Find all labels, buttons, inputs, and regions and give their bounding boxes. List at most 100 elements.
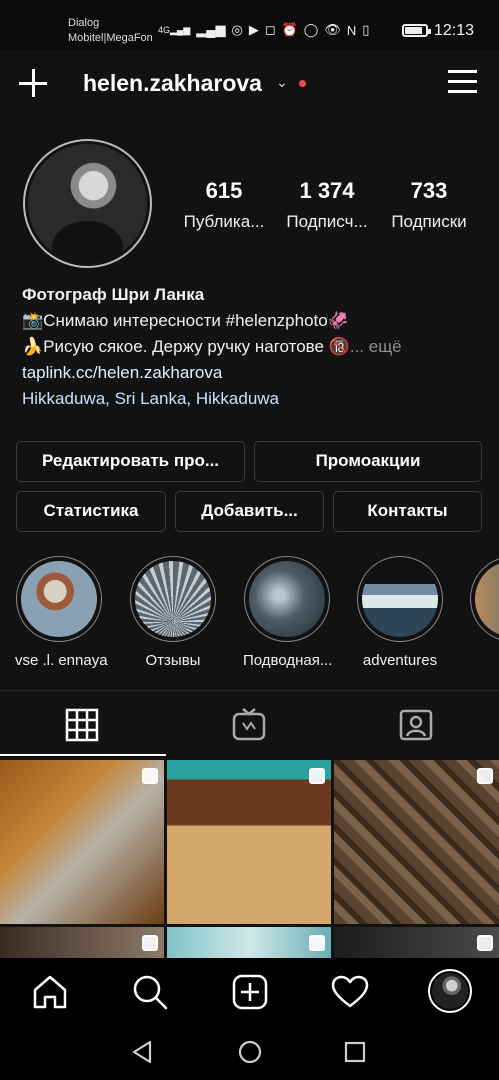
grid-post[interactable] [334,927,499,958]
multi-photo-icon [309,935,325,951]
notification-dot [299,80,306,87]
stat-following[interactable]: 733 Подписки [384,178,474,232]
hotspot-icon: ◎ [231,22,243,37]
alarm-icon: ⏰ [281,22,298,37]
posts-label: Публика... [183,212,265,231]
add-button[interactable]: Добавить... [175,491,324,532]
add-post-icon [232,974,268,1010]
stat-followers[interactable]: 1 374 Подписч... [280,178,374,232]
highlight-ring [130,556,216,642]
signal-tag: 4G [158,24,171,35]
grid-post[interactable] [0,760,164,924]
bio-line-2-row: 🍌Рисую сякое. Держу ручку наготове 🔞... … [22,334,492,360]
avatar-photo [28,144,147,263]
highlight-cover [135,561,211,637]
highlight-ring [470,556,499,642]
nav-search[interactable] [130,972,170,1012]
bio-more-link[interactable]: ... ещё [350,337,402,356]
grid-post[interactable] [167,927,331,958]
highlight-label: adventures [362,652,438,669]
recents-icon[interactable] [342,1039,368,1065]
bio-line-1: 📸Снимаю интересности #helenzphoto🦑 [22,311,349,330]
stat-posts[interactable]: 615 Публика... [178,178,270,232]
highlight-v[interactable]: v [470,556,499,669]
vibrate-icon: ▯ [362,22,370,37]
highlight-otzyvy[interactable]: Отзывы [129,556,217,669]
profile-avatar-icon [432,973,468,1009]
multi-photo-icon [477,768,493,784]
back-icon[interactable] [130,1039,156,1065]
signal-icon: 4G▂▄▆ [158,24,191,35]
promotions-button[interactable]: Промоакции [254,441,482,482]
status-icons: 4G▂▄▆ ▂▄▆ ◎ ▶ ◻ ⏰ ◯ 👁 N ▯ [158,22,369,38]
chevron-down-icon[interactable]: ⌄ [276,74,288,91]
heart-icon [331,975,369,1008]
tab-grid[interactable] [0,691,166,759]
play-icon: ▶ [248,22,259,37]
home-icon [33,975,67,1009]
nav-home[interactable] [30,972,70,1012]
followers-count: 1 374 [299,178,355,203]
instagram-icon: ◻ [264,22,276,37]
highlight-vse-ennaya[interactable]: vse .l. ennaya [15,556,108,669]
highlight-ring [244,556,330,642]
nfc-icon: N [346,22,357,38]
edit-profile-button[interactable]: Редактировать про... [16,441,245,482]
highlight-cover [21,561,97,637]
bio: Фотограф Шри Ланка 📸Снимаю интересности … [22,282,492,412]
highlight-ring [16,556,102,642]
multi-photo-icon [477,935,493,951]
highlight-ring [357,556,443,642]
avatar[interactable] [23,139,152,268]
highlight-cover [475,561,499,637]
following-count: 733 [410,178,448,203]
multi-photo-icon [309,768,325,784]
photo-grid [0,758,499,958]
highlight-podvodnaya[interactable]: Подводная... [243,556,332,669]
profile-header: helen.zakharova ⌄ [0,50,499,116]
following-label: Подписки [391,212,467,231]
tagged-icon [399,709,433,741]
eye-icon: 👁 [324,22,341,37]
highlight-label: Отзывы [145,652,201,669]
highlight-label: v [470,652,499,669]
status-bar: Dialog Mobitel|MegaFon 4G▂▄▆ ▂▄▆ ◎ ▶ ◻ ⏰… [0,0,499,50]
bio-website-link[interactable]: taplink.cc/helen.zakharova [22,360,492,386]
nav-activity[interactable] [330,972,370,1012]
hamburger-menu-icon[interactable] [448,70,477,94]
username-switcher[interactable]: helen.zakharova [83,70,262,97]
grid-post[interactable] [334,760,499,924]
nav-profile[interactable] [428,969,472,1013]
igtv-icon [232,708,266,741]
home-circle-icon[interactable] [237,1039,263,1065]
followers-label: Подписч... [286,212,368,231]
highlight-cover [249,561,325,637]
clock: 12:13 [434,22,475,39]
nav-new-post[interactable] [230,972,270,1012]
new-post-plus-icon[interactable] [18,68,48,98]
posts-count: 615 [205,178,243,203]
bottom-navigation [0,958,499,1024]
tab-tagged[interactable] [333,691,499,759]
insights-button[interactable]: Статистика [16,491,166,532]
bio-name: Фотограф Шри Ланка [22,285,205,304]
multi-photo-icon [142,935,158,951]
highlight-adventures[interactable]: adventures [356,556,444,669]
highlight-label: vse .l. ennaya [15,652,108,669]
active-tab-indicator [0,754,166,756]
tab-igtv[interactable] [166,691,332,759]
signal-2-icon: ▂▄▆ [196,22,226,37]
system-navigation [0,1024,499,1080]
grid-post[interactable] [167,760,331,924]
highlight-cover [362,561,438,637]
bio-location-link[interactable]: Hikkaduwa, Sri Lanka, Hikkaduwa [22,386,492,412]
grid-post[interactable] [0,927,164,958]
profile-tabs [0,690,499,758]
battery-icon [402,24,431,37]
carrier-info: Dialog Mobitel|MegaFon [68,16,153,46]
carrier-line-1: Dialog [68,17,100,29]
grid-icon [65,708,99,742]
multi-photo-icon [142,768,158,784]
whatsapp-icon: ◯ [303,22,319,37]
contacts-button[interactable]: Контакты [333,491,482,532]
